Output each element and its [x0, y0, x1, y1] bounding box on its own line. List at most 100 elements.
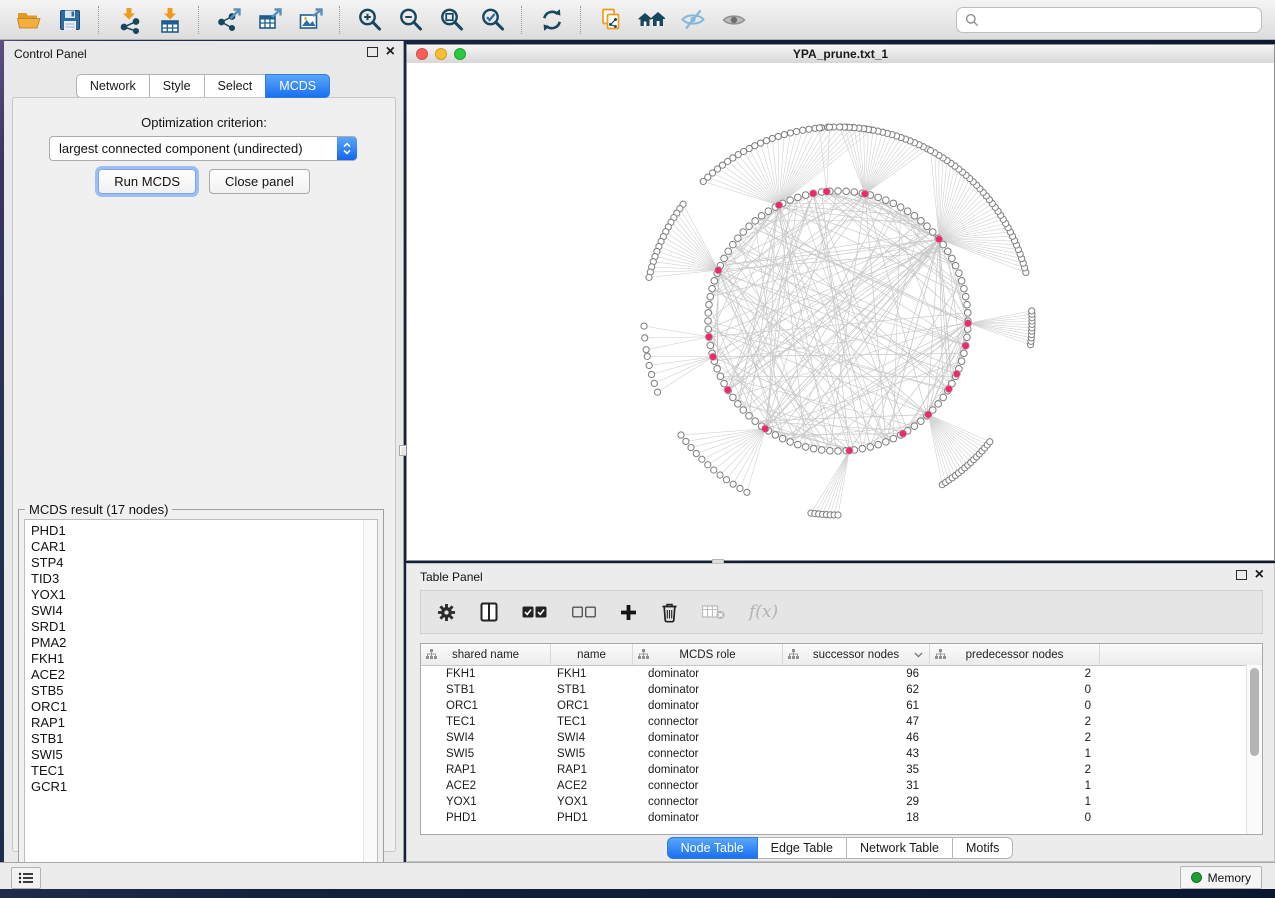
network-node[interactable] [935, 401, 942, 408]
network-node[interactable] [740, 407, 747, 414]
network-node[interactable] [949, 255, 956, 262]
column-header-shared-name[interactable]: shared name [421, 644, 551, 665]
network-node[interactable] [646, 362, 652, 368]
network-node[interactable] [987, 439, 993, 445]
network-node[interactable] [806, 126, 812, 132]
network-node[interactable] [721, 380, 728, 387]
tab-node-table[interactable]: Node Table [667, 837, 758, 859]
mcds-result-item[interactable]: ACE2 [31, 667, 361, 683]
table-row[interactable]: ACE2ACE2connector311 [421, 778, 1262, 794]
mcds-result-item[interactable]: CAR1 [31, 539, 361, 555]
network-node[interactable] [835, 512, 841, 518]
network-node[interactable] [707, 342, 714, 349]
memory-button[interactable]: Memory [1180, 866, 1262, 889]
float-panel-icon[interactable] [367, 47, 378, 57]
mcds-result-item[interactable]: YOX1 [31, 587, 361, 603]
close-panel-icon[interactable]: × [386, 45, 395, 59]
network-node[interactable] [765, 208, 772, 215]
network-node[interactable] [709, 285, 716, 292]
table-row[interactable]: SWI4SWI4dominator462 [421, 730, 1262, 746]
network-dominator-node[interactable] [945, 385, 952, 392]
network-node[interactable] [927, 147, 933, 153]
network-node[interactable] [644, 353, 650, 359]
network-node[interactable] [717, 472, 723, 478]
network-dominator-node[interactable] [964, 320, 971, 327]
network-dominator-node[interactable] [809, 190, 816, 197]
table-row[interactable]: ORC1ORC1dominator610 [421, 698, 1262, 714]
tab-motifs[interactable]: Motifs [952, 837, 1013, 859]
network-node[interactable] [740, 229, 747, 236]
network-node[interactable] [918, 218, 925, 225]
network-graph[interactable] [407, 63, 1274, 560]
network-node[interactable] [699, 456, 705, 462]
first-neighbors-button[interactable] [633, 3, 670, 37]
tab-network-table[interactable]: Network Table [846, 837, 953, 859]
network-dominator-node[interactable] [953, 370, 960, 377]
network-node[interactable] [826, 124, 832, 130]
column-header-mcds-role[interactable]: MCDS role [633, 644, 783, 665]
network-node[interactable] [787, 130, 793, 136]
network-node[interactable] [711, 467, 717, 473]
network-node[interactable] [737, 485, 743, 491]
export-table-button[interactable] [251, 3, 288, 37]
network-node[interactable] [958, 278, 965, 285]
network-node[interactable] [642, 335, 648, 341]
network-dominator-node[interactable] [846, 447, 853, 454]
delete-table-button[interactable] [700, 603, 727, 622]
network-node[interactable] [1029, 308, 1035, 314]
export-network-button[interactable] [210, 3, 247, 37]
network-node[interactable] [890, 435, 897, 442]
close-panel-icon[interactable]: × [1255, 568, 1264, 582]
network-node[interactable] [769, 135, 775, 141]
network-node[interactable] [867, 444, 874, 451]
close-panel-button[interactable]: Close panel [209, 169, 310, 194]
table-scrollbar[interactable] [1246, 665, 1262, 834]
search-input[interactable] [985, 12, 1253, 28]
network-node[interactable] [929, 229, 936, 236]
network-dominator-node[interactable] [762, 425, 769, 432]
network-node[interactable] [816, 125, 822, 131]
show-all-button[interactable] [715, 3, 752, 37]
run-mcds-button[interactable]: Run MCDS [98, 169, 196, 194]
network-node[interactable] [793, 128, 799, 134]
network-node[interactable] [654, 389, 660, 395]
network-dominator-node[interactable] [962, 342, 969, 349]
network-node[interactable] [758, 213, 765, 220]
network-node[interactable] [651, 380, 657, 386]
network-node[interactable] [962, 293, 969, 300]
network-node[interactable] [775, 133, 781, 139]
network-node[interactable] [693, 450, 699, 456]
network-node[interactable] [752, 418, 759, 425]
network-node[interactable] [843, 188, 850, 195]
network-node[interactable] [875, 441, 882, 448]
open-session-button[interactable] [10, 3, 47, 37]
network-node[interactable] [643, 347, 649, 353]
mcds-result-item[interactable]: SWI5 [31, 747, 361, 763]
mcds-result-item[interactable]: PHD1 [31, 523, 361, 539]
mcds-list-scrollbar[interactable] [363, 520, 377, 872]
network-node[interactable] [837, 124, 843, 130]
network-node[interactable] [781, 131, 787, 137]
table-row[interactable]: SWI5SWI5connector431 [421, 746, 1262, 762]
float-panel-icon[interactable] [1236, 570, 1247, 580]
network-node[interactable] [883, 197, 890, 204]
network-dominator-node[interactable] [775, 201, 782, 208]
network-node[interactable] [763, 138, 769, 144]
network-node[interactable] [890, 200, 897, 207]
mcds-result-item[interactable]: STB1 [31, 731, 361, 747]
network-node[interactable] [730, 394, 737, 401]
network-node[interactable] [772, 432, 779, 439]
mcds-result-item[interactable]: ORC1 [31, 699, 361, 715]
mcds-result-item[interactable]: FKH1 [31, 651, 361, 667]
network-node[interactable] [940, 394, 947, 401]
network-node[interactable] [730, 481, 736, 487]
copy-network-button[interactable] [592, 3, 629, 37]
network-node[interactable] [875, 194, 882, 201]
table-row[interactable]: YOX1YOX1connector291 [421, 794, 1262, 810]
network-node[interactable] [705, 462, 711, 468]
network-node[interactable] [779, 435, 786, 442]
network-node[interactable] [827, 447, 834, 454]
network-node[interactable] [944, 248, 951, 255]
mcds-result-item[interactable]: SRD1 [31, 619, 361, 635]
network-node[interactable] [646, 274, 652, 280]
